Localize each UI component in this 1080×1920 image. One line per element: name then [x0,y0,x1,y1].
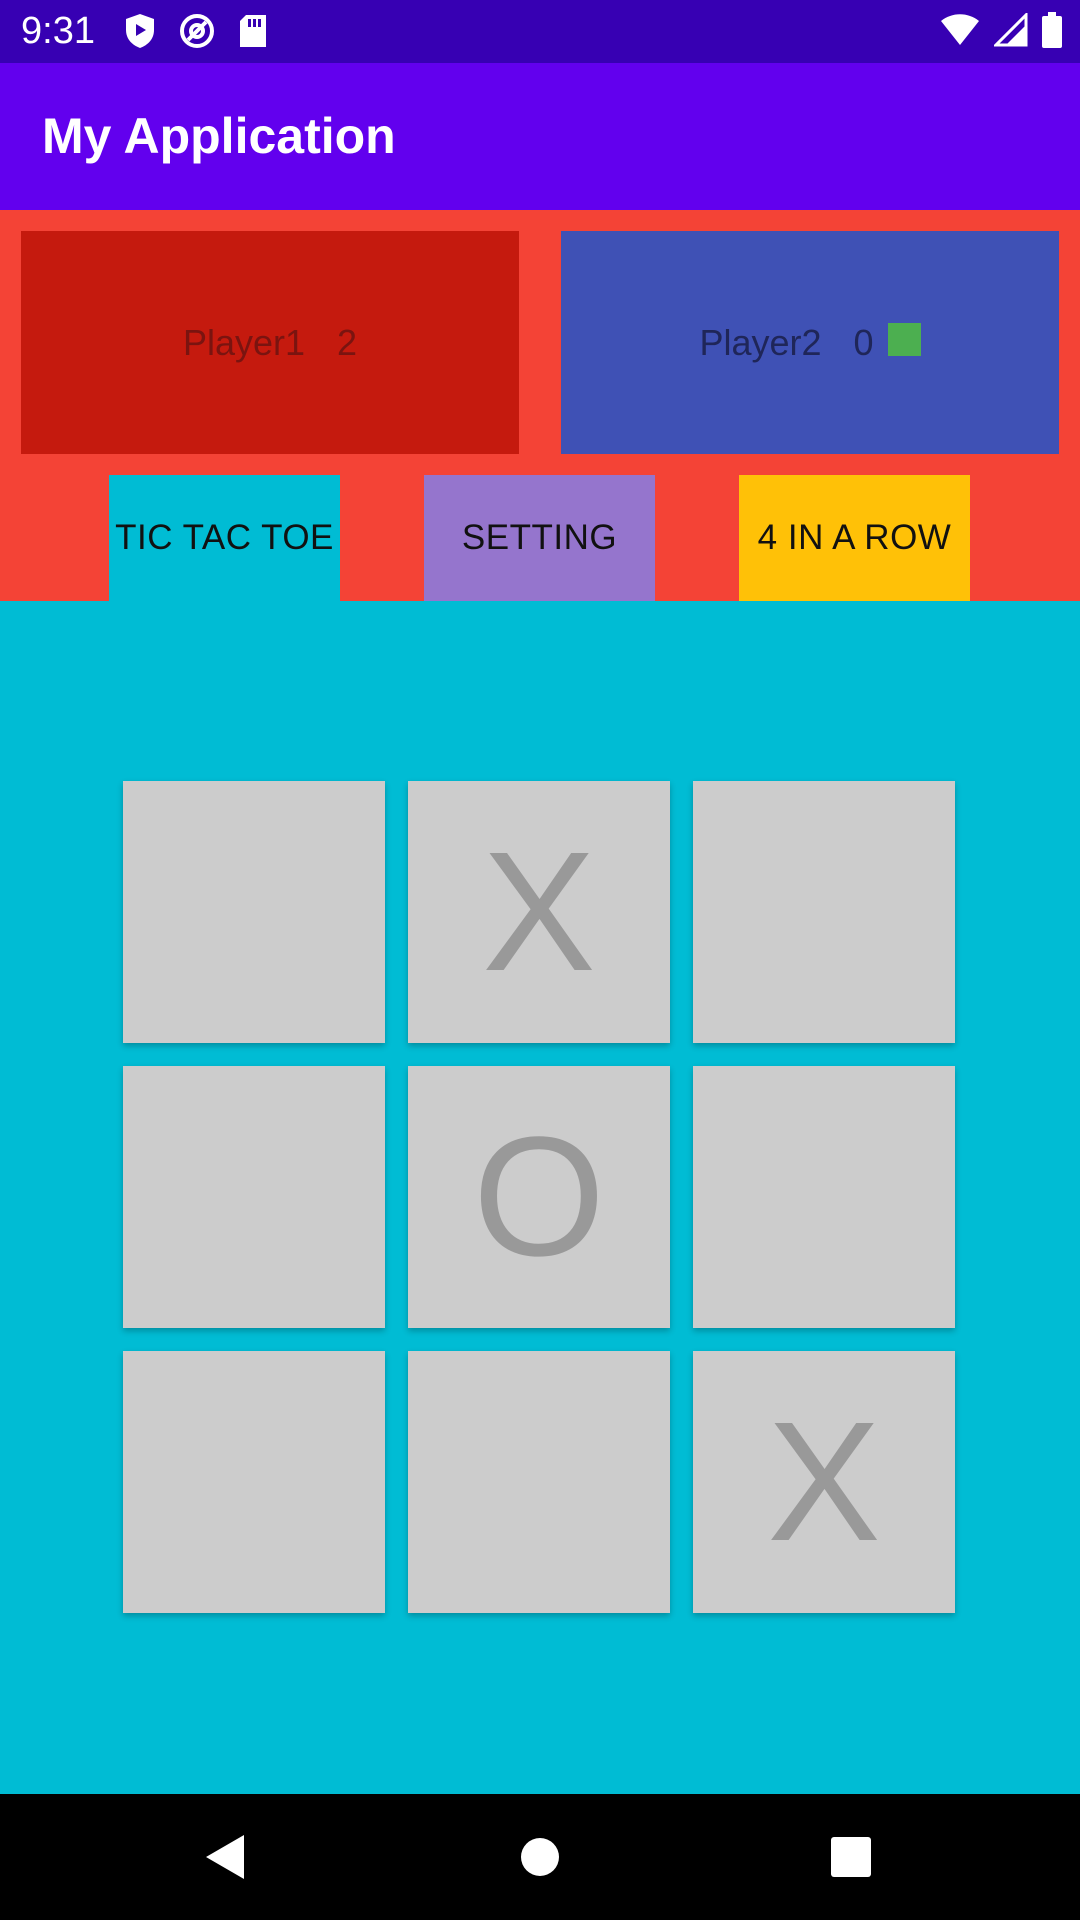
player2-name: Player2 [699,321,822,363]
home-icon [521,1838,559,1876]
shield-icon [126,14,154,48]
recents-icon [831,1837,871,1877]
player1-card: Player1 2 [21,231,519,454]
player1-score: 2 [337,321,358,363]
header-area: Player1 2 Player2 0 TIC TAC TOE SETTING … [0,210,1080,601]
recents-button[interactable] [788,1794,914,1920]
tab-setting[interactable]: SETTING [424,475,655,601]
board-cell-6[interactable] [693,1066,955,1328]
board-cell-8[interactable] [408,1351,670,1613]
board-cell-1[interactable] [123,781,385,1043]
battery-icon [1042,12,1062,48]
turn-indicator-icon [887,323,921,356]
tab-tic-tac-toe[interactable]: TIC TAC TOE [109,475,340,601]
app-bar: My Application [0,63,1080,210]
notification-icons [124,12,268,50]
board-cell-9[interactable]: X [693,1351,955,1613]
player2-score: 0 [853,321,874,363]
system-icons [940,12,1062,48]
board-cell-3[interactable] [693,781,955,1043]
board-cell-2[interactable]: X [408,781,670,1043]
board-cell-4[interactable] [123,1066,385,1328]
player1-name: Player1 [182,321,306,363]
status-bar: 9:31 [0,0,1080,63]
tab-4-in-a-row[interactable]: 4 IN A ROW [739,475,970,601]
home-button[interactable] [477,1794,603,1920]
signal-icon [994,13,1028,47]
board-cell-7[interactable] [123,1351,385,1613]
game-board: X O X [123,781,956,1614]
status-time: 9:31 [21,10,95,52]
board-cell-5[interactable]: O [408,1066,670,1328]
navigation-bar [0,1794,1080,1920]
back-icon [206,1835,244,1879]
wifi-icon [941,14,979,45]
player2-card: Player2 0 [561,231,1059,454]
back-button[interactable] [163,1794,289,1920]
at-icon [180,14,214,48]
sd-card-icon [240,15,266,47]
app-title: My Application [42,108,396,164]
